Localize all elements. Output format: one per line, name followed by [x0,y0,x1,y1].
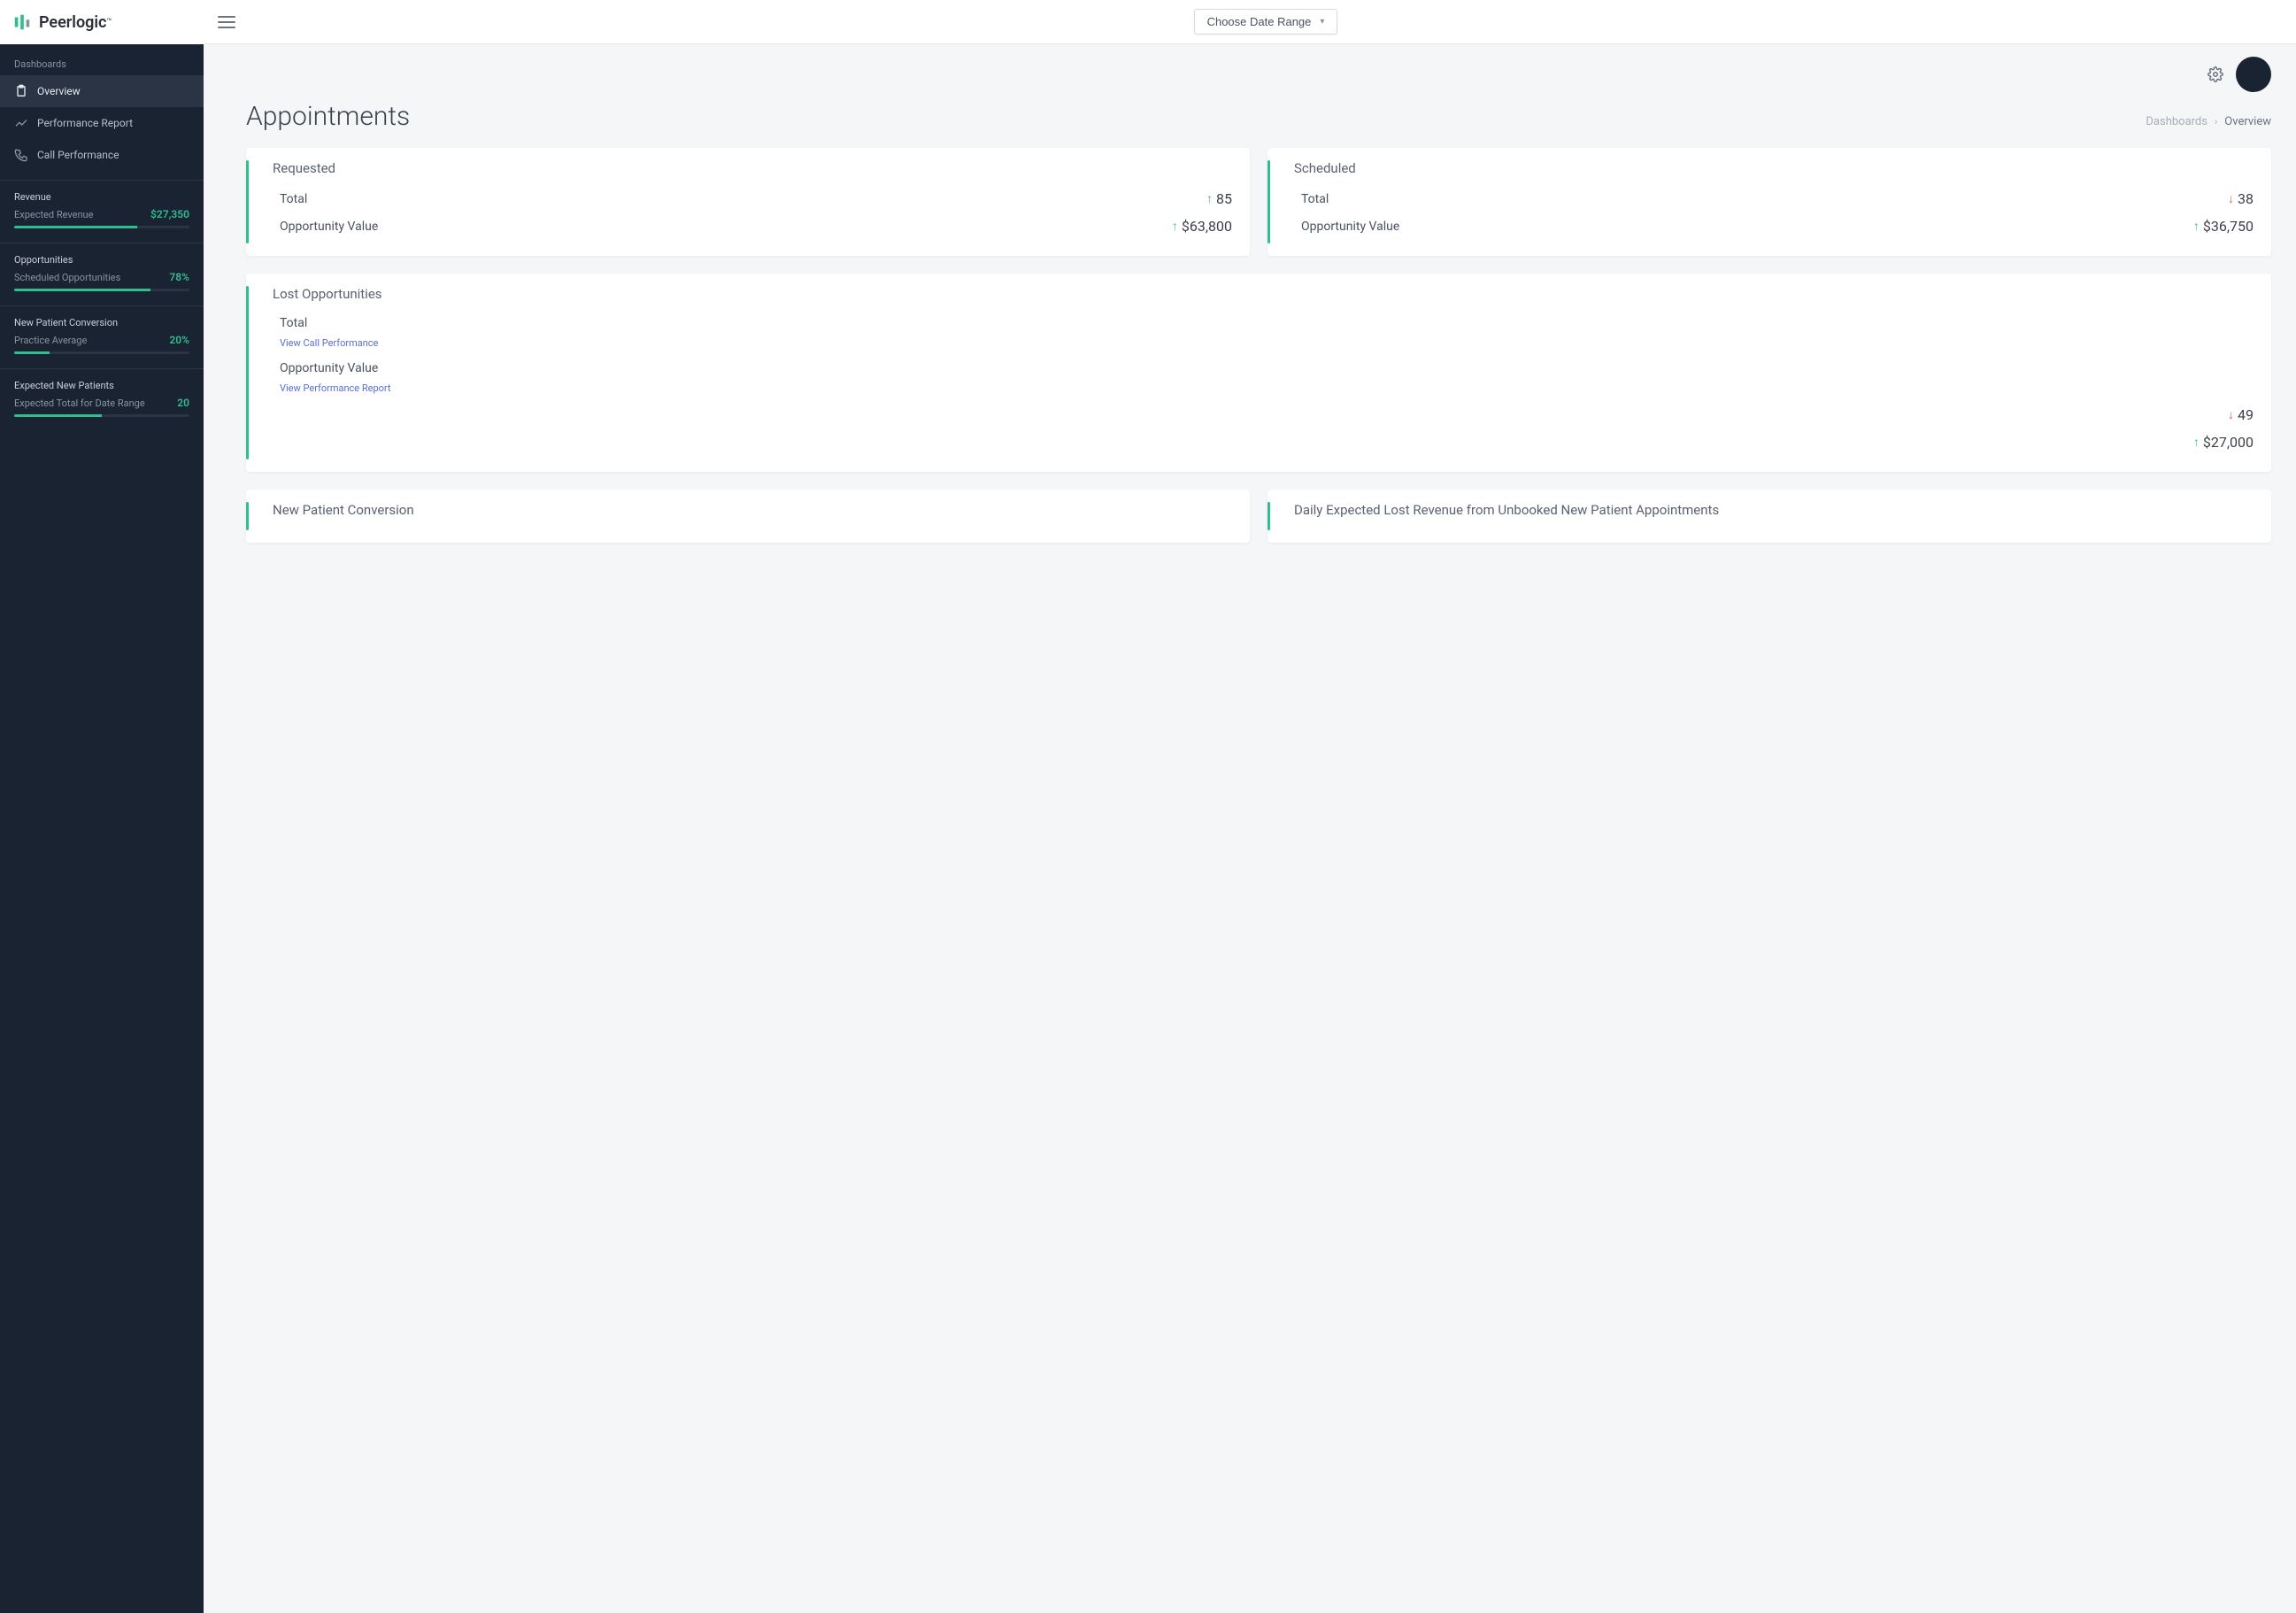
sidebar-metric-expected-patients: Expected New Patients Expected Total for… [0,374,204,426]
divider [0,305,204,306]
menu-toggle-icon[interactable] [218,16,235,28]
card-scheduled: Scheduled Total ↓ 38 Opportunity Value ↑… [1267,148,2271,256]
arrow-up-icon: ↑ [1206,191,1213,206]
clipboard-icon [14,84,28,98]
arrow-down-icon: ↓ [2228,191,2234,206]
metric-label: Total [280,192,307,206]
utility-row [204,44,2296,92]
metric-row-value2: ↑ $27,000 [264,428,2254,456]
metric-label: Opportunity Value [280,220,378,234]
page-title: Appointments [246,101,410,132]
sidebar-section-dashboards: Dashboards Overview Performance Report C… [0,44,204,174]
metric-label: Total [280,316,307,330]
metric-value: ↑ $27,000 [2193,434,2254,451]
card-daily-expected-lost-revenue: Daily Expected Lost Revenue from Unbooke… [1267,490,2271,543]
metric-heading: Revenue [14,191,189,203]
metric-row-opportunity: Opportunity Value ↑ $63,800 [264,212,1232,240]
sidebar-metric-opportunities: Opportunities Scheduled Opportunities 78… [0,249,204,300]
sidebar-item-label: Call Performance [37,149,119,161]
breadcrumb-current: Overview [2224,115,2271,128]
metric-label: Expected Revenue [14,209,93,220]
card-title: Lost Opportunities [264,286,2254,302]
metric-value: $27,350 [150,208,189,220]
metric-value: 20% [169,334,189,346]
metric-label: Total [1301,192,1329,206]
date-range-button[interactable]: Choose Date Range ▾ [1194,9,1338,35]
arrow-up-icon: ↑ [2193,219,2200,234]
breadcrumb-root[interactable]: Dashboards [2146,115,2207,128]
settings-gear-icon[interactable] [2207,66,2223,82]
metric-value: 78% [169,271,189,283]
card-accent [246,502,249,530]
metric-row-opportunity: Opportunity Value [264,356,2254,381]
page-header: Appointments Dashboards › Overview [204,92,2296,141]
sidebar-item-performance-report[interactable]: Performance Report [0,107,204,139]
card-accent [1267,502,1270,530]
date-range-label: Choose Date Range [1207,15,1312,28]
card-accent [1267,160,1270,243]
metric-label: Expected Total for Date Range [14,397,145,409]
phone-icon [14,148,28,162]
chevron-right-icon: › [2215,116,2217,127]
arrow-up-icon: ↑ [2193,435,2200,450]
logo-icon [12,12,32,32]
card-requested: Requested Total ↑ 85 Opportunity Value ↑… [246,148,1250,256]
card-new-patient-conversion: New Patient Conversion [246,490,1250,543]
metric-bar [14,226,189,228]
link-view-performance-report[interactable]: View Performance Report [264,382,2254,394]
metric-value: ↑ $63,800 [1172,218,1232,235]
sidebar: Peerlogic ™ Dashboards Overview Performa… [0,0,204,1613]
metric-row-value1: ↓ 49 [264,401,2254,428]
metric-value: 20 [177,397,189,409]
caret-down-icon: ▾ [1320,17,1324,27]
metric-row-total: Total ↓ 38 [1285,185,2254,212]
main-content: Choose Date Range ▾ Appointments Dashboa… [204,0,2296,1613]
metric-bar [14,289,189,291]
breadcrumb: Dashboards › Overview [2146,115,2271,128]
metric-value: ↓ 49 [2228,406,2254,423]
metric-bar [14,414,189,417]
metric-value: ↓ 38 [2228,190,2254,207]
sidebar-metric-npc: New Patient Conversion Practice Average … [0,312,204,363]
brand-tm: ™ [106,18,112,27]
sidebar-item-call-performance[interactable]: Call Performance [0,139,204,171]
metric-heading: Opportunities [14,254,189,266]
metric-value: ↑ 85 [1206,190,1232,207]
card-title: Requested [264,160,1232,176]
cards-grid: Requested Total ↑ 85 Opportunity Value ↑… [204,141,2296,578]
card-lost-opportunities: Lost Opportunities Total View Call Perfo… [246,274,2271,472]
metric-label: Scheduled Opportunities [14,272,120,283]
arrow-down-icon: ↓ [2228,407,2234,422]
topbar: Choose Date Range ▾ [204,0,2296,44]
brand-name: Peerlogic [39,13,106,32]
sidebar-item-label: Performance Report [37,117,133,129]
card-title: Scheduled [1285,160,2254,176]
chart-line-icon [14,116,28,130]
sidebar-metric-revenue: Revenue Expected Revenue $27,350 [0,186,204,237]
metric-value: ↑ $36,750 [2193,218,2254,235]
metric-row-opportunity: Opportunity Value ↑ $36,750 [1285,212,2254,240]
metric-bar [14,351,189,354]
divider [0,368,204,369]
metric-heading: New Patient Conversion [14,317,189,328]
arrow-up-icon: ↑ [1172,219,1178,234]
metric-heading: Expected New Patients [14,380,189,391]
metric-label: Opportunity Value [1301,220,1399,234]
brand-logo[interactable]: Peerlogic ™ [0,0,204,44]
metric-label: Opportunity Value [280,361,378,375]
link-view-call-performance[interactable]: View Call Performance [264,337,2254,349]
card-title: Daily Expected Lost Revenue from Unbooke… [1285,502,2254,518]
sidebar-heading: Dashboards [0,53,204,75]
sidebar-item-label: Overview [37,85,81,97]
card-accent [246,160,249,243]
user-avatar[interactable] [2236,57,2271,92]
metric-row-total: Total [264,311,2254,336]
card-title: New Patient Conversion [264,502,1232,518]
sidebar-item-overview[interactable]: Overview [0,75,204,107]
metric-row-total: Total ↑ 85 [264,185,1232,212]
app-root: Peerlogic ™ Dashboards Overview Performa… [0,0,2296,1613]
divider [0,180,204,181]
card-accent [246,286,249,459]
metric-label: Practice Average [14,335,87,346]
